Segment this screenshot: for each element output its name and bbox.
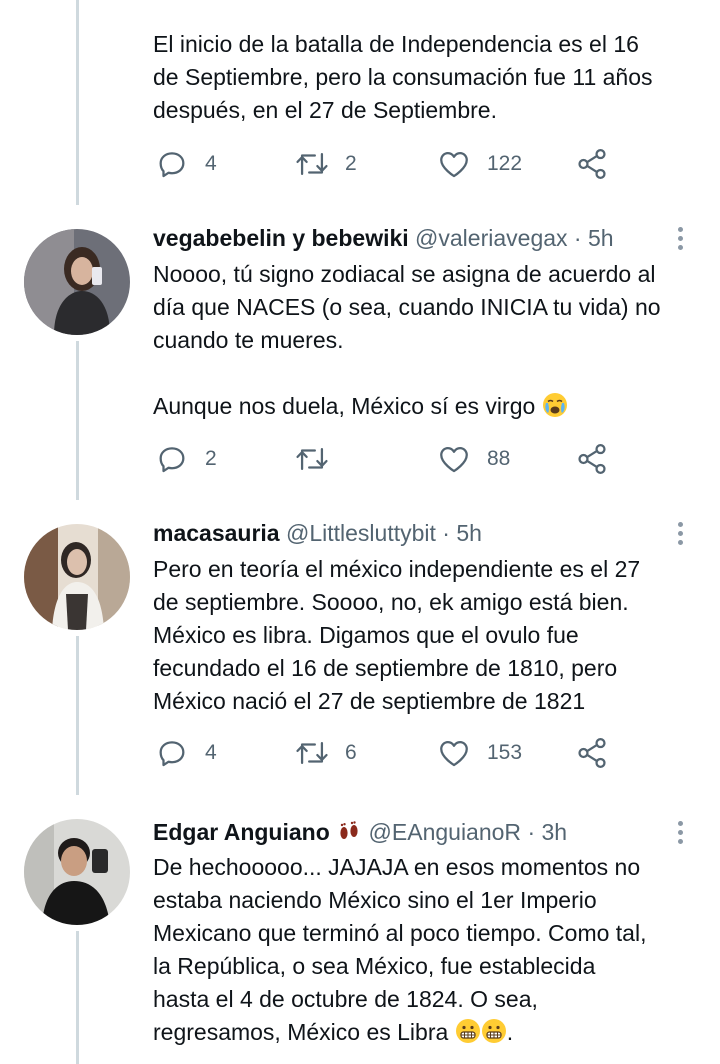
grimacing-emoji [455, 1019, 480, 1043]
like-button[interactable]: 88 [437, 441, 510, 477]
reply-button[interactable]: 4 [155, 146, 217, 182]
tweet-header: macasauria @Littlesluttybit · 5h [153, 518, 482, 548]
tweet[interactable]: Edgar Anguiano @EAnguianoR · 3h De hecho… [0, 795, 720, 1064]
like-count: 153 [487, 741, 523, 764]
tweet-text: El inicio de la batalla de Independencia… [153, 31, 653, 123]
retweet-icon [296, 447, 328, 471]
thread-line [76, 636, 79, 795]
tweet-actions: 4 2 122 [155, 146, 625, 182]
footprints-emoji [336, 817, 362, 847]
tweet[interactable]: macasauria @Littlesluttybit · 5h Pero en… [0, 500, 720, 795]
share-icon [578, 148, 606, 180]
tweet-text: Noooo, tú signo zodiacal se asigna de ac… [153, 261, 661, 419]
display-name[interactable]: macasauria [153, 520, 280, 546]
like-button[interactable]: 153 [437, 735, 522, 771]
handle[interactable]: @valeriavegax [415, 225, 567, 251]
display-name[interactable]: vegabebelin y bebewiki [153, 225, 409, 251]
handle[interactable]: @Littlesluttybit [286, 520, 436, 546]
like-icon [440, 446, 468, 473]
reply-icon [159, 447, 185, 473]
crying-emoji [542, 393, 567, 417]
display-name[interactable]: Edgar Anguiano [153, 819, 330, 845]
share-icon [578, 443, 606, 475]
like-count: 122 [487, 152, 523, 175]
tweet-text: Pero en teoría el méxico independiente e… [153, 556, 641, 714]
more-button[interactable] [672, 227, 688, 254]
retweet-icon [296, 741, 328, 765]
retweet-button[interactable]: 6 [295, 735, 357, 771]
more-icon [677, 821, 683, 826]
retweet-count: 2 [345, 152, 357, 175]
retweet-button[interactable] [295, 441, 345, 477]
like-icon [440, 740, 468, 767]
avatar[interactable] [24, 229, 130, 335]
timestamp[interactable]: · 5h [442, 520, 482, 546]
share-button[interactable] [575, 735, 609, 771]
reply-icon [159, 741, 185, 767]
thread-line [76, 931, 79, 1064]
tweet-actions: 2 88 [155, 441, 625, 477]
like-icon [440, 151, 468, 178]
like-count: 88 [487, 447, 511, 470]
more-icon [677, 227, 683, 232]
share-button[interactable] [575, 146, 609, 182]
thread-line [76, 341, 79, 500]
retweet-button[interactable]: 2 [295, 146, 357, 182]
more-button[interactable] [672, 522, 688, 549]
more-icon [677, 522, 683, 527]
tweet-header: Edgar Anguiano @EAnguianoR · 3h [153, 817, 567, 847]
thread-line [76, 0, 79, 205]
reply-count: 2 [205, 447, 217, 470]
tweet[interactable]: vegabebelin y bebewiki @valeriavegax · 5… [0, 205, 720, 500]
tweet[interactable]: El inicio de la batalla de Independencia… [0, 0, 720, 205]
handle[interactable]: @EAnguianoR [369, 819, 522, 845]
reply-icon [159, 152, 185, 178]
avatar[interactable] [24, 524, 130, 630]
reply-button[interactable]: 2 [155, 441, 217, 477]
timestamp[interactable]: · 5h [574, 225, 614, 251]
reply-button[interactable]: 4 [155, 735, 217, 771]
tweet-actions: 4 6 153 [155, 735, 625, 771]
reply-count: 4 [205, 152, 217, 175]
grimacing-emoji [481, 1019, 506, 1043]
share-icon [578, 737, 606, 769]
timestamp[interactable]: · 3h [527, 819, 567, 845]
retweet-count: 6 [345, 741, 357, 764]
retweet-icon [296, 152, 328, 176]
more-button[interactable] [672, 821, 688, 848]
like-button[interactable]: 122 [437, 146, 522, 182]
tweet-text: De hechooooo... JAJAJA en esos momentos … [153, 854, 647, 1045]
tweet-header: vegabebelin y bebewiki @valeriavegax · 5… [153, 223, 614, 253]
reply-count: 4 [205, 741, 217, 764]
avatar[interactable] [24, 819, 130, 925]
share-button[interactable] [575, 441, 609, 477]
